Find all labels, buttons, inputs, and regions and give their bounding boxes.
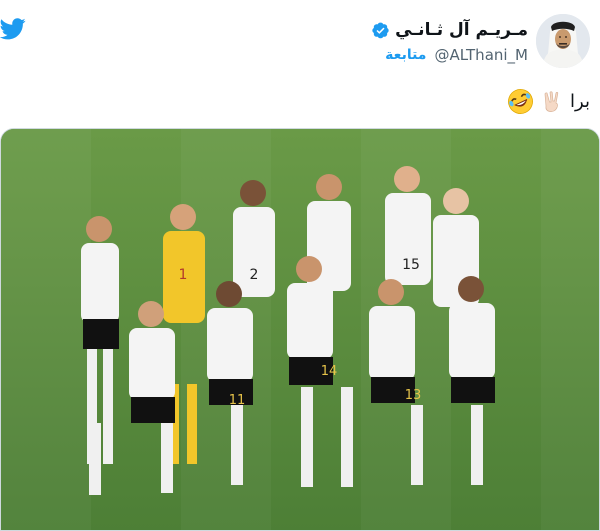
goalkeeper-jersey-number: 1 [179,267,188,283]
rolling-laughing-emoji [508,89,533,114]
author-name-row: مـريـم آل ثـانـي [371,20,528,40]
avatar-portrait-image [536,14,590,68]
team-photo-image: 1 2 15 11 14 13 [1,129,599,530]
author-handle-row: @ALThani_M متابعة [385,46,528,64]
tweet-text: برا [507,88,590,115]
jersey-number-15: 15 [402,257,420,273]
tweet-text-body: برا [570,91,590,112]
tweet-card: مـريـم آل ثـانـي @ALThani_M متابعة برا 1… [0,0,600,531]
jersey-number-2: 2 [250,267,259,283]
victory-hand-emoji [544,90,559,112]
twitter-bird-icon[interactable] [0,18,26,40]
author-avatar[interactable] [536,14,590,68]
author-display-name[interactable]: مـريـم آل ثـانـي [395,20,528,40]
verified-badge-icon [372,22,389,38]
jersey-number-13: 13 [405,388,422,403]
author-handle[interactable]: @ALThani_M [434,46,528,64]
tweet-photo[interactable]: 1 2 15 11 14 13 [0,128,600,531]
jersey-number-14: 14 [321,364,338,379]
follow-button[interactable]: متابعة [385,47,426,63]
